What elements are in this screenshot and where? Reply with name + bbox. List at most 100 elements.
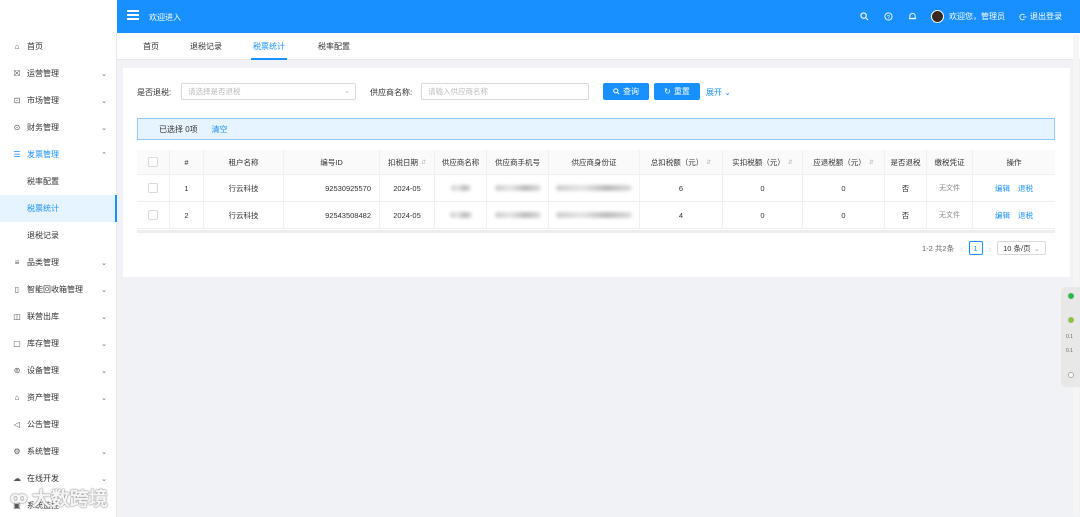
help-icon[interactable]: ? (883, 12, 893, 22)
pagination-total: 1-2 共2条 (922, 243, 955, 253)
search-icon (613, 88, 620, 95)
chevron-up-icon: ⌃ (101, 151, 107, 159)
next-page-icon[interactable]: › (989, 244, 992, 253)
supplier-filter-label: 供应商名称: (370, 88, 413, 97)
sidebar-item-tax-stats[interactable]: 税票统计 (0, 195, 117, 222)
user-menu[interactable]: 欢迎您，管理员 (931, 10, 1005, 23)
selected-count: 已选择 0项 (159, 124, 198, 134)
reset-button[interactable]: ↻ 重置 (654, 83, 700, 100)
cell-due-refund: 0 (803, 202, 885, 228)
cell-voucher: 无文件 (927, 202, 973, 228)
select-all-checkbox[interactable] (148, 157, 158, 167)
sidebar-item-market[interactable]: ⊡ 市场管理 ⌄ (0, 87, 117, 114)
cell-voucher: 无文件 (927, 175, 973, 201)
watermark-logo-icon: ꝏ (10, 489, 28, 507)
category-icon: ≡ (14, 258, 20, 267)
page-scrollbar[interactable] (1073, 35, 1079, 515)
bell-icon[interactable] (907, 12, 917, 22)
sidebar-item-asset[interactable]: ⌂ 资产管理 ⌄ (0, 384, 117, 411)
device-icon: ⊚ (13, 366, 21, 375)
sort-icon: ⇵ (706, 159, 712, 166)
cell-id: 92543508482 (284, 202, 380, 228)
sidebar-item-announcement[interactable]: ◁ 公告管理 (0, 411, 117, 438)
sidebar-item-home[interactable]: ⌂ 首页 (0, 33, 117, 60)
row-checkbox[interactable] (148, 183, 158, 193)
row-checkbox[interactable] (148, 210, 158, 220)
menu-toggle-icon[interactable] (127, 10, 139, 20)
sidebar-item-refund-records[interactable]: 退税记录 (0, 222, 117, 249)
cell-refunded: 否 (885, 202, 927, 228)
sidebar-item-invoice[interactable]: ☰ 发票管理 ⌃ (0, 141, 117, 168)
col-total-tax[interactable]: 总扣税额（元） ⇵ (640, 150, 723, 174)
col-actual-tax[interactable]: 实扣税额（元） ⇵ (723, 150, 803, 174)
logout-button[interactable]: 退出登录 (1019, 11, 1062, 22)
cell-index: 1 (170, 175, 204, 201)
expand-toggle[interactable]: 展开 ⌄ (706, 87, 731, 98)
sort-icon: ⇵ (868, 159, 874, 166)
invoice-icon: ☰ (13, 150, 21, 159)
logout-label: 退出登录 (1030, 12, 1062, 21)
page-size-select[interactable]: 10 条/页 ⌄ (997, 241, 1046, 255)
svg-text:?: ? (887, 15, 890, 21)
cell-total-tax: 6 (640, 175, 723, 201)
watermark: ꝏ 大数跨境 (10, 489, 108, 510)
sidebar-item-category[interactable]: ≡ 品类管理 ⌄ (0, 249, 117, 276)
table-row: 2 行云科技 92543508482 2024-05 4 0 0 否 无文件 编… (137, 202, 1055, 229)
clear-selection-link[interactable]: 清空 (212, 124, 228, 135)
redacted-text (494, 212, 541, 218)
table-horizontal-scrollbar[interactable] (137, 230, 1055, 233)
sidebar: ⌂ 首页 ☒ 运营管理 ⌄ ⊡ 市场管理 ⌄ ⊙ 财务管理 ⌄ ☰ 发票管理 ⌃ 税率配置 税票统… (0, 33, 117, 517)
supplier-name-input[interactable]: 请输入供应商名称 (421, 83, 589, 100)
refund-link[interactable]: 退税 (1018, 210, 1033, 221)
sidebar-item-device[interactable]: ⊚ 设备管理 ⌄ (0, 357, 117, 384)
chevron-down-icon: ⌄ (101, 394, 107, 402)
sidebar-item-finance[interactable]: ⊙ 财务管理 ⌄ (0, 114, 117, 141)
edit-link[interactable]: 编辑 (995, 210, 1010, 221)
page-number[interactable]: 1 (968, 241, 983, 255)
redacted-text (494, 185, 541, 191)
col-due-refund[interactable]: 应退税额（元） ⇵ (803, 150, 885, 174)
sidebar-item-inventory[interactable]: ▢ 库存管理 ⌄ (0, 330, 117, 357)
sidebar-item-tax-config[interactable]: 税率配置 (0, 168, 117, 195)
tab-tax-config[interactable]: 税率配置 (317, 33, 351, 60)
pagination: 1-2 共2条 ‹ 1 › 10 条/页 ⌄ (922, 241, 1046, 255)
system-icon: ⚙ (13, 447, 21, 456)
floating-tool-panel[interactable]: 0.1 0.1 (1061, 287, 1080, 387)
refund-link[interactable]: 退税 (1018, 183, 1033, 194)
logo-area (0, 0, 117, 33)
sidebar-item-outbound[interactable]: ◫ 联营出库 ⌄ (0, 303, 117, 330)
search-button[interactable]: 查询 (603, 83, 649, 100)
chevron-down-icon: ⌄ (101, 286, 107, 294)
metric-text: 0.1 (1066, 334, 1073, 340)
cell-supplier-idcard (549, 175, 640, 201)
redacted-text (556, 212, 632, 218)
edit-link[interactable]: 编辑 (995, 183, 1010, 194)
chevron-down-icon: ⌄ (1033, 243, 1040, 253)
sidebar-item-recycle-bin[interactable]: ▯ 智能回收箱管理 ⌄ (0, 276, 117, 303)
outbound-icon: ◫ (13, 312, 21, 321)
col-refunded: 是否退税 (885, 150, 927, 174)
chevron-down-icon: ⌄ (101, 97, 107, 105)
page-tabs: 首页 退税记录 税票统计 税率配置 (117, 33, 1080, 60)
sort-icon: ⇵ (787, 159, 793, 166)
chevron-down-icon: ⌄ (344, 88, 350, 95)
tab-tax-stats[interactable]: 税票统计 (251, 33, 287, 60)
sidebar-item-operations[interactable]: ☒ 运营管理 ⌄ (0, 60, 117, 87)
row-checkbox-cell (137, 175, 170, 201)
search-icon[interactable] (859, 12, 869, 22)
col-index: # (170, 150, 204, 174)
status-dot-icon (1068, 293, 1074, 299)
refund-select[interactable]: 请选择是否退税 ⌄ (181, 83, 356, 100)
prev-page-icon[interactable]: ‹ (960, 244, 963, 253)
dev-icon: ☁ (13, 474, 21, 483)
settings-icon[interactable] (1068, 372, 1074, 378)
announcement-icon: ◁ (13, 420, 21, 429)
tab-home[interactable]: 首页 (141, 33, 161, 60)
col-date[interactable]: 扣税日期 ⇵ (380, 150, 435, 174)
chevron-down-icon: ⌄ (101, 313, 107, 321)
cell-actions: 编辑 退税 (973, 175, 1055, 201)
tab-refund-records[interactable]: 退税记录 (189, 33, 223, 60)
sidebar-item-system[interactable]: ⚙ 系统管理 ⌄ (0, 438, 117, 465)
chevron-down-icon: ⌄ (101, 448, 107, 456)
cell-total-tax: 4 (640, 202, 723, 228)
